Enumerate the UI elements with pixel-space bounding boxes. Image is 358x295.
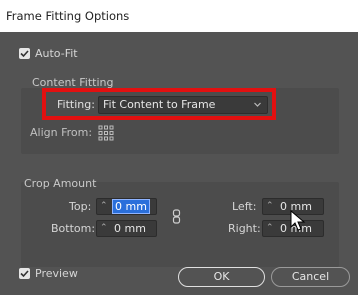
spinner-arrows-icon[interactable]: ⌃ bbox=[100, 199, 108, 214]
right-label: Right: bbox=[228, 222, 261, 235]
link-chain-icon[interactable] bbox=[172, 209, 182, 225]
spinner-arrows-icon[interactable]: ⌃ bbox=[266, 221, 274, 236]
crop-top-field[interactable]: ⌃ 0 mm bbox=[96, 198, 157, 215]
preview-label: Preview bbox=[35, 267, 78, 280]
checkbox-checked-icon bbox=[20, 50, 29, 58]
spinner-arrows-icon[interactable]: ⌃ bbox=[266, 199, 274, 214]
frame-fitting-dialog: Auto-Fit Content Fitting Fitting: Fit Co… bbox=[0, 32, 358, 295]
preview-checkbox[interactable] bbox=[19, 268, 30, 279]
bottom-label: Bottom: bbox=[51, 222, 96, 235]
spinner-arrows-icon[interactable]: ⌃ bbox=[100, 221, 108, 236]
crop-top-value: 0 mm bbox=[112, 199, 150, 214]
left-label: Left: bbox=[232, 200, 257, 213]
reference-point-icon[interactable] bbox=[98, 125, 114, 141]
align-from-label: Align From: bbox=[30, 126, 93, 139]
ok-button[interactable]: OK bbox=[178, 267, 265, 287]
mouse-cursor-icon bbox=[290, 210, 306, 231]
fitting-highlight-box bbox=[42, 88, 276, 120]
top-label: Top: bbox=[69, 200, 92, 213]
crop-bottom-value: 0 mm bbox=[114, 222, 146, 235]
auto-fit-label: Auto-Fit bbox=[35, 47, 78, 60]
checkbox-checked-icon bbox=[20, 270, 29, 278]
dialog-title: Frame Fitting Options bbox=[0, 0, 358, 32]
auto-fit-checkbox[interactable] bbox=[19, 48, 30, 59]
cancel-button[interactable]: Cancel bbox=[271, 267, 350, 287]
crop-amount-heading: Crop Amount bbox=[24, 177, 97, 190]
crop-bottom-field[interactable]: ⌃ 0 mm bbox=[96, 220, 157, 237]
